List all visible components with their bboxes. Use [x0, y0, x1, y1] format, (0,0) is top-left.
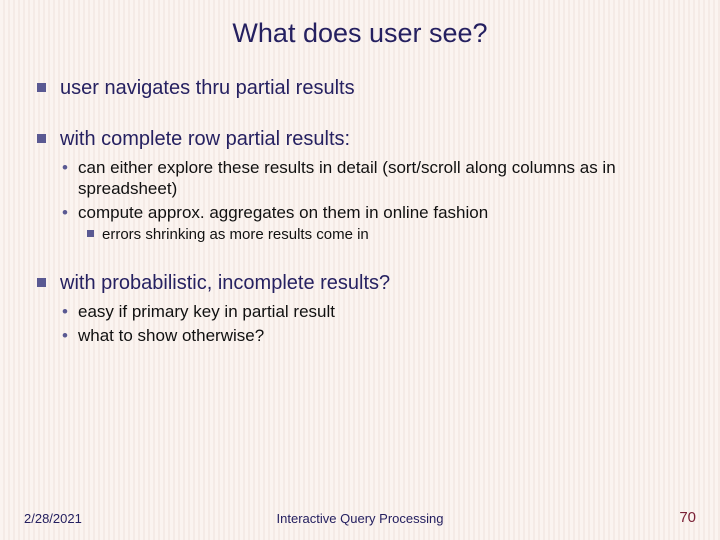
sub-bullet-text: what to show otherwise?	[78, 326, 264, 345]
sub-bullet-text: compute approx. aggregates on them in on…	[78, 203, 488, 222]
slide: What does user see? user navigates thru …	[0, 0, 720, 540]
sub-sub-bullet-item: errors shrinking as more results come in	[78, 225, 686, 245]
footer-page-number: 70	[679, 509, 696, 526]
sub-bullet-item: easy if primary key in partial result	[60, 301, 686, 322]
sub-bullet-list: easy if primary key in partial result wh…	[60, 301, 686, 346]
bullet-item: with complete row partial results: can e…	[34, 128, 686, 244]
bullet-text: with complete row partial results:	[60, 128, 350, 150]
bullet-list: user navigates thru partial results with…	[34, 77, 686, 346]
sub-sub-bullet-text: errors shrinking as more results come in	[102, 226, 369, 243]
sub-sub-bullet-list: errors shrinking as more results come in	[78, 225, 686, 245]
bullet-text: with probabilistic, incomplete results?	[60, 272, 390, 294]
sub-bullet-item: what to show otherwise?	[60, 325, 686, 346]
sub-bullet-item: can either explore these results in deta…	[60, 157, 686, 200]
slide-title: What does user see?	[34, 18, 686, 49]
bullet-item: with probabilistic, incomplete results? …	[34, 272, 686, 346]
bullet-item: user navigates thru partial results	[34, 77, 686, 100]
sub-bullet-list: can either explore these results in deta…	[60, 157, 686, 244]
footer-title: Interactive Query Processing	[24, 511, 696, 526]
bullet-text: user navigates thru partial results	[60, 77, 355, 99]
footer: 2/28/2021 Interactive Query Processing 7…	[0, 511, 720, 526]
sub-bullet-item: compute approx. aggregates on them in on…	[60, 202, 686, 245]
sub-bullet-text: can either explore these results in deta…	[78, 158, 616, 198]
sub-bullet-text: easy if primary key in partial result	[78, 302, 335, 321]
footer-date: 2/28/2021	[24, 511, 82, 526]
